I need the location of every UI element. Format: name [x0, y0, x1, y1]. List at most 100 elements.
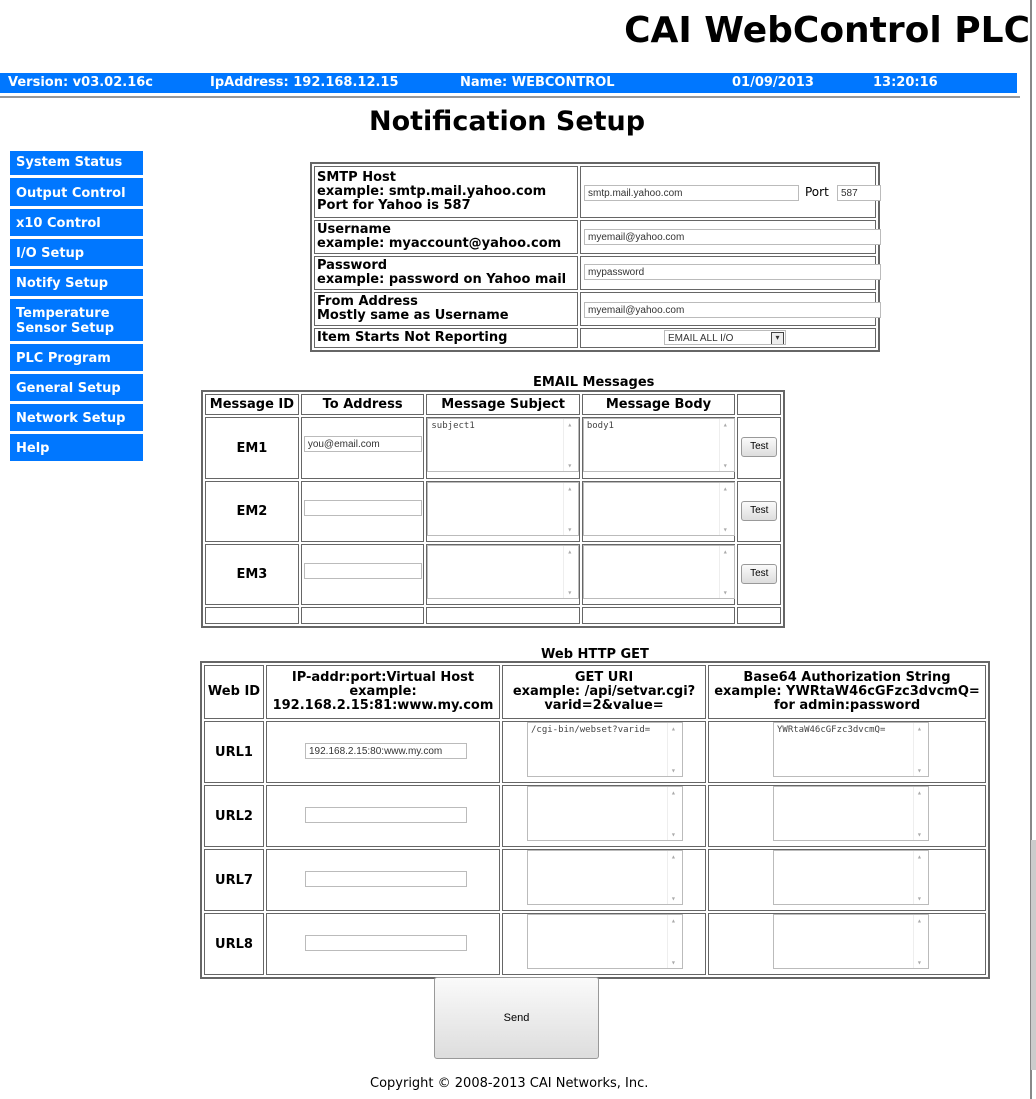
test-email-button[interactable]: Test — [741, 563, 778, 584]
http-row: URL1 192.168.2.15:80:www.my.com /cgi-bin… — [204, 721, 986, 784]
textarea-scrollbar[interactable] — [667, 723, 682, 777]
from-address-input[interactable]: myemail@yahoo.com — [584, 302, 881, 318]
test-email-button[interactable]: Test — [741, 437, 778, 458]
textarea-scrollbar[interactable] — [667, 787, 682, 841]
http-auth-textarea[interactable] — [773, 850, 929, 906]
sidebar-item-general-setup[interactable]: General Setup — [10, 374, 143, 404]
sidebar-item-system-status[interactable]: System Status — [10, 151, 143, 178]
http-uri-textarea[interactable] — [527, 786, 683, 842]
http-auth-cell — [708, 913, 986, 975]
http-ip-input[interactable] — [305, 935, 467, 952]
email-subject-textarea[interactable] — [427, 481, 580, 536]
http-ip-input[interactable] — [305, 871, 467, 888]
sidebar-item-x10-control[interactable]: x10 Control — [10, 209, 143, 239]
textarea-scrollbar[interactable] — [718, 419, 734, 472]
email-test-cell: Test — [737, 417, 781, 479]
password-label-line1: Password — [317, 258, 388, 273]
http-ip-input[interactable] — [305, 807, 467, 824]
sidebar-item-help[interactable]: Help — [10, 434, 143, 464]
email-subject-textarea[interactable] — [427, 544, 580, 599]
email-body-textarea[interactable] — [582, 544, 735, 599]
textarea-scrollbar[interactable] — [718, 545, 734, 598]
http-section-title: Web HTTP GET — [541, 647, 649, 662]
http-ip-cell — [266, 913, 500, 975]
http-ip-cell — [266, 785, 500, 848]
from-address-label-line1: From Address — [317, 294, 418, 309]
email-row-id: EM2 — [205, 480, 299, 542]
email-body-cell — [581, 606, 736, 624]
email-to-input[interactable]: you@email.com — [303, 436, 422, 453]
http-auth-textarea[interactable]: YWRtaW46cGFzc3dvcmQ= — [773, 722, 929, 778]
smtp-settings-table: SMTP Host example: smtp.mail.yahoo.com P… — [310, 162, 881, 352]
email-subject-cell — [426, 480, 580, 542]
email-body-textarea[interactable]: body1 — [582, 418, 735, 473]
http-uri-cell — [502, 849, 706, 912]
smtp-host-cell: smtp.mail.yahoo.com Port 587 — [580, 166, 881, 218]
date-text: 01/09/2013 — [732, 75, 814, 90]
from-address-cell: myemail@yahoo.com — [580, 292, 881, 326]
send-button[interactable]: Send — [434, 977, 599, 1059]
http-header-ip-line1: IP-addr:port:Virtual Host — [291, 670, 475, 686]
port-input[interactable]: 587 — [837, 185, 881, 201]
email-to-input[interactable] — [303, 562, 422, 579]
http-header-uri-line3: varid=2&value= — [544, 698, 664, 714]
http-auth-cell — [708, 849, 986, 912]
http-header-uri: GET URI example: /api/setvar.cgi? varid=… — [502, 665, 706, 720]
textarea-scrollbar[interactable] — [563, 482, 578, 535]
textarea-scrollbar[interactable] — [563, 545, 578, 598]
http-ip-input[interactable]: 192.168.2.15:80:www.my.com — [305, 743, 467, 760]
sidebar-item-network-setup[interactable]: Network Setup — [10, 404, 143, 434]
sidebar-item-notify-setup[interactable]: Notify Setup — [10, 269, 143, 299]
version-text: Version: v03.02.16c — [8, 75, 154, 90]
textarea-scrollbar[interactable] — [563, 419, 578, 472]
smtp-host-label-line2: example: smtp.mail.yahoo.com — [317, 184, 547, 199]
email-subject-cell — [426, 543, 580, 605]
textarea-scrollbar[interactable] — [718, 482, 734, 535]
http-uri-textarea[interactable] — [527, 914, 683, 970]
http-get-table: Web ID IP-addr:port:Virtual Host example… — [200, 661, 990, 979]
http-uri-textarea[interactable]: /cgi-bin/webset?varid= — [527, 722, 683, 778]
email-subject-cell: subject1 — [426, 417, 580, 479]
email-to-cell: you@email.com — [300, 417, 425, 479]
textarea-scrollbar[interactable] — [913, 787, 928, 841]
http-auth-textarea[interactable] — [773, 786, 929, 842]
email-header-subject: Message Subject — [426, 394, 580, 416]
http-uri-textarea[interactable] — [527, 850, 683, 906]
smtp-host-input[interactable]: smtp.mail.yahoo.com — [584, 185, 799, 201]
http-auth-textarea[interactable] — [773, 914, 929, 970]
sidebar-item-plc-program[interactable]: PLC Program — [10, 344, 143, 374]
textarea-scrollbar[interactable] — [667, 851, 682, 905]
email-row-id — [205, 606, 299, 624]
textarea-scrollbar[interactable] — [667, 915, 682, 969]
email-body-text: body1 — [586, 421, 614, 432]
password-input[interactable]: mypassword — [584, 264, 881, 280]
email-to-input[interactable] — [303, 499, 422, 516]
username-input[interactable]: myemail@yahoo.com — [584, 229, 881, 245]
textarea-scrollbar[interactable] — [913, 723, 928, 777]
http-row: URL8 — [204, 913, 986, 975]
test-email-button[interactable]: Test — [741, 500, 778, 521]
http-header-uri-line1: GET URI — [574, 670, 634, 686]
http-row-id: URL1 — [204, 721, 264, 784]
item-starts-cell: EMAIL ALL I/O ▾ — [580, 328, 876, 348]
sidebar-item-output-control[interactable]: Output Control — [10, 178, 143, 209]
sidebar-item-temperature-sensor-setup[interactable]: Temperature Sensor Setup — [10, 299, 143, 344]
textarea-scrollbar[interactable] — [913, 915, 928, 969]
http-header-auth-line3: for admin:password — [773, 698, 921, 714]
item-starts-select[interactable]: EMAIL ALL I/O ▾ — [664, 330, 786, 345]
email-row: EM1 you@email.com subject1 body1 Test — [205, 417, 781, 479]
page-scrollbar[interactable] — [1031, 840, 1036, 1070]
email-subject-textarea[interactable]: subject1 — [427, 418, 580, 473]
email-row: EM3 Test — [205, 543, 781, 605]
http-header-ip-line3: 192.168.2.15:81:www.my.com — [272, 698, 494, 714]
smtp-host-label-line1: SMTP Host — [317, 170, 396, 185]
http-uri-cell — [502, 785, 706, 848]
http-uri-cell — [502, 913, 706, 975]
http-header-ip-line2: example: — [349, 684, 417, 700]
email-header-blank — [737, 394, 781, 416]
sidebar-item-io-setup[interactable]: I/O Setup — [10, 239, 143, 269]
item-starts-select-value: EMAIL ALL I/O — [668, 333, 734, 344]
email-body-textarea[interactable] — [582, 481, 735, 536]
textarea-scrollbar[interactable] — [913, 851, 928, 905]
email-body-cell — [581, 480, 736, 542]
